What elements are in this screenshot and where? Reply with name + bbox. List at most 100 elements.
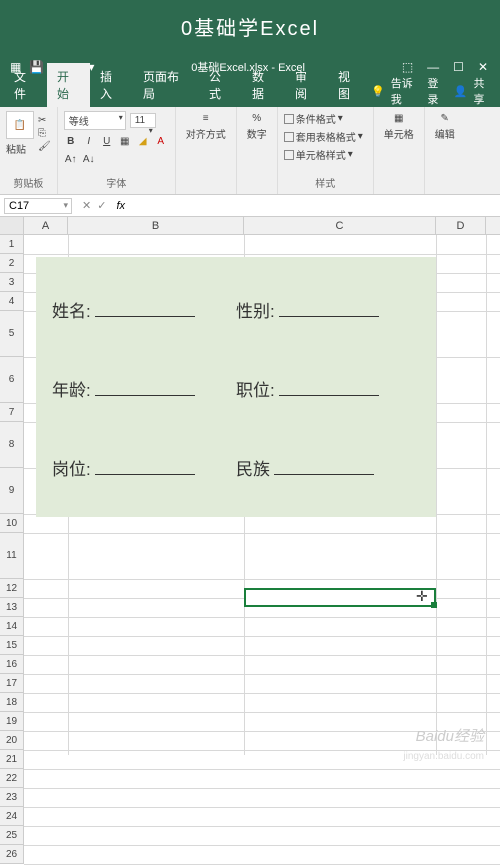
row-header-19[interactable]: 19 (0, 712, 23, 731)
close-icon[interactable]: ✕ (478, 60, 488, 74)
font-group-label: 字体 (64, 175, 169, 190)
row-header-2[interactable]: 2 (0, 254, 23, 273)
row-header-14[interactable]: 14 (0, 617, 23, 636)
italic-button[interactable]: I (82, 134, 96, 148)
formula-input[interactable] (129, 205, 500, 207)
row-header-18[interactable]: 18 (0, 693, 23, 712)
editing-label[interactable]: 编辑 (435, 126, 455, 141)
col-header-c[interactable]: C (244, 217, 436, 234)
copy-icon[interactable]: ⎘ (38, 128, 51, 139)
row-header-8[interactable]: 8 (0, 422, 23, 468)
row-header-5[interactable]: 5 (0, 311, 23, 357)
row-header-1[interactable]: 1 (0, 235, 23, 254)
selected-cell[interactable] (244, 588, 436, 607)
editing-icon[interactable]: ✎ (441, 113, 449, 124)
cursor-icon: ✛ (416, 588, 428, 605)
col-header-d[interactable]: D (436, 217, 486, 234)
enter-icon[interactable]: ✓ (97, 199, 106, 212)
font-size-select[interactable]: 11 (130, 113, 156, 128)
increase-font-icon[interactable]: A↑ (64, 152, 78, 166)
border-icon[interactable]: ▦ (118, 134, 132, 148)
tab-review[interactable]: 审阅 (285, 63, 328, 107)
row-header-6[interactable]: 6 (0, 357, 23, 403)
col-header-a[interactable]: A (24, 217, 68, 234)
row-header-22[interactable]: 22 (0, 769, 23, 788)
row-header-17[interactable]: 17 (0, 674, 23, 693)
row-header-11[interactable]: 11 (0, 533, 23, 579)
table-format-button[interactable]: 套用表格格式▾ (284, 129, 367, 144)
minimize-icon[interactable]: — (427, 60, 439, 74)
row-header-24[interactable]: 24 (0, 807, 23, 826)
cells-icon[interactable]: ▦ (394, 113, 403, 124)
row-header-12[interactable]: 12 (0, 579, 23, 598)
bold-button[interactable]: B (64, 134, 78, 148)
formula-bar: C17 ✕ ✓ fx (0, 195, 500, 217)
select-all-corner[interactable] (0, 217, 24, 234)
font-color-icon[interactable]: A (154, 134, 168, 148)
row-header-3[interactable]: 3 (0, 273, 23, 292)
ribbon-options-icon[interactable]: ⬚ (402, 60, 413, 74)
col-header-b[interactable]: B (68, 217, 244, 234)
tellme-label[interactable]: 告诉我 (391, 75, 422, 107)
cut-icon[interactable]: ✂ (38, 115, 51, 126)
number-icon[interactable]: % (252, 113, 261, 124)
row-header-23[interactable]: 23 (0, 788, 23, 807)
decrease-font-icon[interactable]: A↓ (82, 152, 96, 166)
maximize-icon[interactable]: ☐ (453, 60, 464, 74)
underline (274, 457, 374, 475)
underline (279, 299, 379, 317)
row-header-13[interactable]: 13 (0, 598, 23, 617)
tab-home[interactable]: 开始 (47, 63, 90, 107)
share-icon[interactable]: 👤 (454, 85, 468, 98)
fill-color-icon[interactable]: ◢ (136, 134, 150, 148)
align-icon[interactable]: ≡ (203, 113, 209, 124)
cell-style-button[interactable]: 单元格样式▾ (284, 147, 367, 162)
underline (95, 299, 195, 317)
ribbon-tabs: 文件 开始 插入 页面布局 公式 数据 审阅 视图 💡 告诉我 登录 👤 共享 (0, 81, 500, 107)
fx-label[interactable]: fx (112, 200, 129, 212)
row-header-16[interactable]: 16 (0, 655, 23, 674)
tab-view[interactable]: 视图 (328, 63, 371, 107)
watermark-url: jingyan.baidu.com (403, 751, 484, 762)
row-headers: 1234567891011121314151617181920212223242… (0, 235, 24, 864)
share-button[interactable]: 共享 (474, 75, 494, 107)
ribbon-group-cells: ▦ 单元格 (374, 107, 425, 194)
row-header-9[interactable]: 9 (0, 468, 23, 514)
paste-label[interactable]: 粘贴 (6, 141, 34, 156)
underline-button[interactable]: U (100, 134, 114, 148)
column-headers: A B C D (0, 217, 500, 235)
cancel-icon[interactable]: ✕ (82, 199, 91, 212)
ribbon-group-clipboard: 📋 粘贴 ✂ ⎘ 🖌 剪贴板 (0, 107, 58, 194)
name-box[interactable]: C17 (4, 198, 72, 214)
form-content: 姓名: 性别: 年龄: 职位: 岗位: 民族 (36, 257, 436, 517)
tab-pagelayout[interactable]: 页面布局 (133, 63, 199, 107)
clipboard-group-label: 剪贴板 (6, 175, 51, 190)
number-label[interactable]: 数字 (247, 126, 267, 141)
tab-formulas[interactable]: 公式 (199, 63, 242, 107)
row-header-21[interactable]: 21 (0, 750, 23, 769)
cells-label[interactable]: 单元格 (384, 126, 414, 141)
font-name-select[interactable]: 等线 (64, 111, 126, 130)
row-header-25[interactable]: 25 (0, 826, 23, 845)
ribbon: 📋 粘贴 ✂ ⎘ 🖌 剪贴板 等线 11 B I U ▦ ◢ A (0, 107, 500, 195)
row-header-10[interactable]: 10 (0, 514, 23, 533)
format-painter-icon[interactable]: 🖌 (38, 141, 51, 152)
paste-icon[interactable]: 📋 (6, 111, 34, 139)
row-header-20[interactable]: 20 (0, 731, 23, 750)
underline (279, 378, 379, 396)
conditional-format-button[interactable]: 条件格式▾ (284, 111, 367, 126)
row-header-7[interactable]: 7 (0, 403, 23, 422)
ribbon-group-align: ≡ 对齐方式 (176, 107, 237, 194)
row-header-26[interactable]: 26 (0, 845, 23, 864)
tab-data[interactable]: 数据 (242, 63, 285, 107)
signin-link[interactable]: 登录 (427, 75, 447, 107)
label-post: 岗位: (52, 455, 91, 480)
spreadsheet: A B C D 12345678910111213141516171819202… (0, 217, 500, 864)
align-label[interactable]: 对齐方式 (186, 126, 226, 141)
tab-insert[interactable]: 插入 (90, 63, 133, 107)
row-header-4[interactable]: 4 (0, 292, 23, 311)
tellme-icon[interactable]: 💡 (371, 85, 385, 98)
cell-grid[interactable]: 姓名: 性别: 年龄: 职位: 岗位: 民族 ✛ (24, 235, 500, 755)
row-header-15[interactable]: 15 (0, 636, 23, 655)
tab-file[interactable]: 文件 (4, 63, 47, 107)
